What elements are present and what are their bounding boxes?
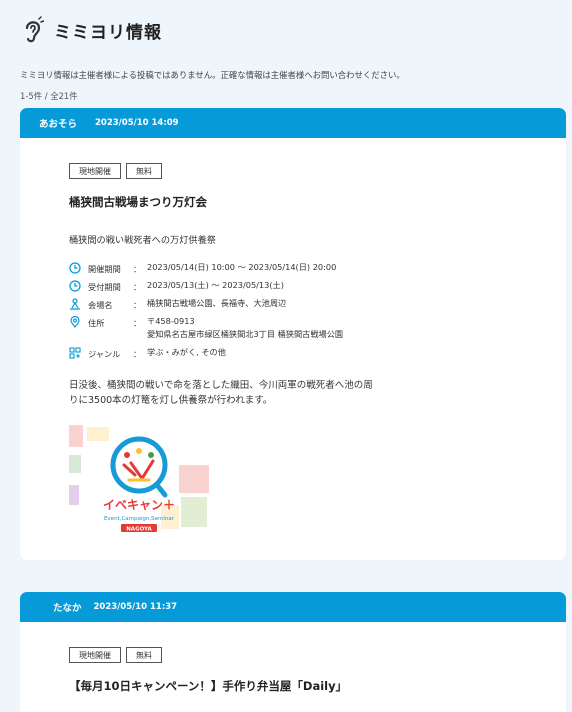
detail-colon: ： [133, 318, 142, 328]
tag-free: 無料 [126, 163, 162, 179]
detail-label: 住所 [88, 318, 105, 328]
detail-value: 桶狭間古戦場公園、長福寺、大池周辺 [147, 298, 287, 308]
logo-text: イベキャン＋ [103, 498, 175, 512]
post-date: 2023/05/10 14:09 [95, 118, 179, 128]
detail-colon: ： [133, 282, 142, 292]
detail-value: 2023/05/13(土) 〜 2023/05/13(土) [147, 280, 284, 290]
address-line: 愛知県名古屋市緑区桶狭間北3丁目 桶狭間古戦場公園 [147, 329, 344, 339]
logo-subtext: Event,Campaign,Seminar [104, 516, 175, 522]
detail-label: ジャンル [88, 349, 121, 359]
event-title[interactable]: 【毎月10日キャンペーン！】手作り弁当屋「Daily」 [69, 678, 347, 694]
post-header: あおそら 2023/05/10 14:09 [20, 108, 566, 138]
page-header: ミミヨリ情報 [22, 14, 162, 46]
clock-icon [69, 280, 81, 292]
post-header: たなか 2023/05/10 11:37 [20, 592, 566, 622]
page-title: ミミヨリ情報 [54, 22, 162, 43]
result-count: 1-5件 / 全21件 [20, 91, 78, 101]
post-card[interactable]: あおそら 2023/05/10 14:09 現地開催 無料 桶狭間古戦場まつり万… [20, 108, 566, 560]
post-author[interactable]: あおそら [39, 116, 77, 130]
ear-icon [25, 16, 44, 43]
genre-grid-icon [69, 347, 81, 359]
post-author[interactable]: たなか [53, 600, 82, 614]
tag-free: 無料 [126, 647, 162, 663]
tag-onsite: 現地開催 [69, 647, 121, 663]
event-subtitle: 桶狭間の戦い戦死者への万灯供養祭 [69, 235, 216, 246]
detail-address: 住所 ： 〒458-0913 愛知県名古屋市緑区桶狭間北3丁目 桶狭間古戦場公園 [69, 315, 529, 348]
tag-onsite: 現地開催 [69, 163, 121, 179]
detail-label: 受付期間 [88, 282, 121, 292]
tag-list: 現地開催 無料 [69, 163, 162, 179]
address-zip: 〒458-0913 [147, 316, 195, 326]
venue-icon [70, 298, 80, 310]
event-logo [110, 436, 168, 498]
event-details: 開催期間 ： 2023/05/14(日) 10:00 〜 2023/05/14(… [69, 262, 529, 366]
detail-period: 開催期間 ： 2023/05/14(日) 10:00 〜 2023/05/14(… [69, 262, 529, 281]
event-title[interactable]: 桶狭間古戦場まつり万灯会 [69, 194, 207, 210]
post-date: 2023/05/10 11:37 [93, 602, 178, 612]
location-pin-icon [70, 316, 80, 328]
tag-list: 現地開催 無料 [69, 647, 162, 663]
detail-reception: 受付期間 ： 2023/05/13(土) 〜 2023/05/13(土) [69, 280, 529, 299]
event-thumbnail[interactable]: イベキャン＋ Event,Campaign,Seminar NAGOYA [69, 425, 209, 537]
detail-genre: ジャンル ： 学ぶ・みがく, その他 [69, 347, 529, 366]
detail-value: 学ぶ・みがく, その他 [147, 347, 226, 357]
notice-text: ミミヨリ情報は主催者様による投稿ではありません。正確な情報は主催者様へお問い合わ… [20, 70, 405, 80]
detail-colon: ： [133, 264, 142, 274]
post-card[interactable]: たなか 2023/05/10 11:37 現地開催 無料 【毎月10日キャンペー… [20, 592, 566, 712]
event-description: 日没後、桶狭間の戦いで命を落とした織田、今川両軍の戦死者へ池の周りに3500本の… [69, 380, 373, 406]
logo-badge: NAGOYA [126, 527, 152, 533]
detail-colon: ： [133, 349, 142, 359]
detail-colon: ： [133, 300, 142, 310]
detail-value: 2023/05/14(日) 10:00 〜 2023/05/14(日) 20:0… [147, 262, 337, 272]
detail-label: 開催期間 [88, 264, 121, 274]
clock-icon [69, 262, 81, 274]
detail-label: 会場名 [88, 300, 113, 310]
detail-value: 〒458-0913 愛知県名古屋市緑区桶狭間北3丁目 桶狭間古戦場公園 [147, 315, 343, 341]
